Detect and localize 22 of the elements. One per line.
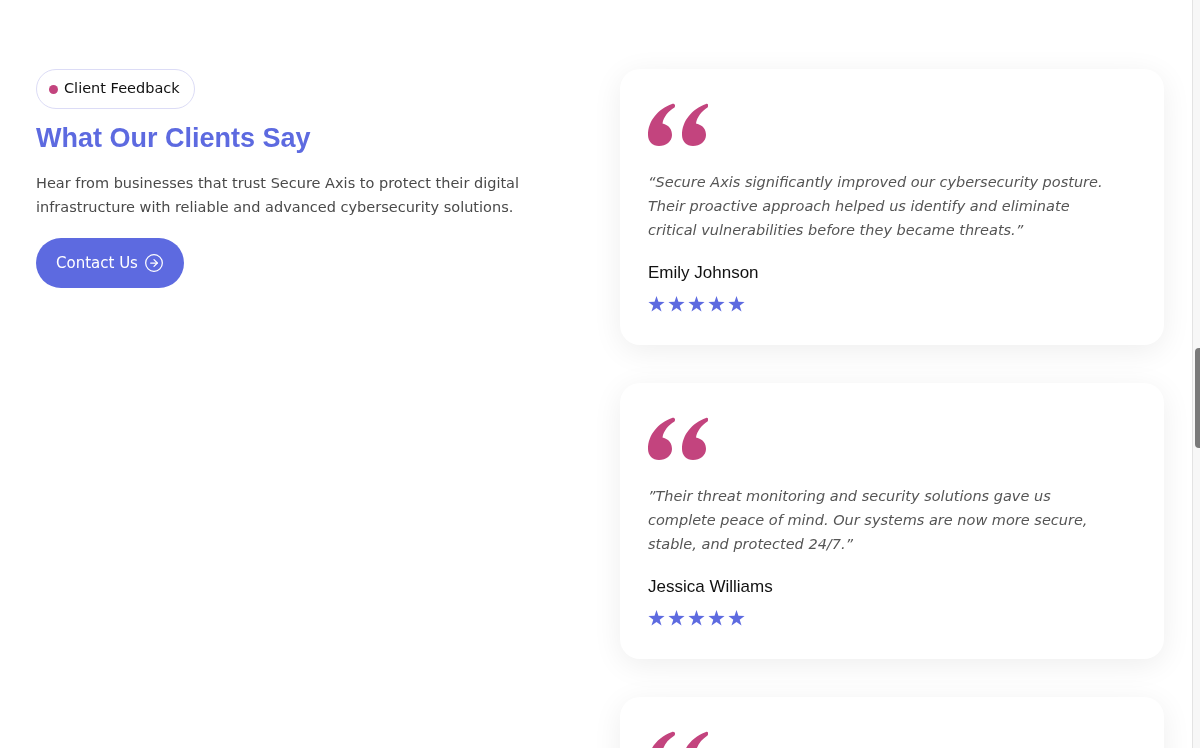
star-icon bbox=[648, 610, 665, 626]
star-icon bbox=[668, 610, 685, 626]
star-icon bbox=[728, 296, 745, 312]
section-heading: What Our Clients Say bbox=[36, 122, 311, 155]
star-icon bbox=[688, 296, 705, 312]
testimonial-quote: “Secure Axis significantly improved our cybersecurity posture. Their proactive approach helped us identify and eliminate critical vulnerabilities before they became threats.” bbox=[648, 173, 1104, 240]
badge-label: Client Feedback bbox=[64, 79, 180, 99]
section-description: Hear from businesses that trust Secure Axis to protect their digital infrastructure with reliable and advanced cybersecurity solutions. bbox=[36, 174, 521, 217]
scrollbar-thumb[interactable] bbox=[1195, 348, 1200, 448]
client-name: Emily Johnson bbox=[648, 262, 760, 284]
quote-mark-icon bbox=[648, 417, 708, 460]
quote-mark-icon bbox=[648, 103, 708, 146]
contact-button[interactable]: Contact Us bbox=[36, 238, 184, 288]
arrow-circle-icon bbox=[143, 253, 164, 273]
star-icon bbox=[708, 296, 725, 312]
star-icon bbox=[728, 610, 745, 626]
star-icon bbox=[668, 296, 685, 312]
client-name: Jessica Williams bbox=[648, 576, 774, 598]
star-icon bbox=[708, 610, 725, 626]
star-icon bbox=[648, 296, 665, 312]
testimonial-quote: ”Their threat monitoring and security solutions gave us complete peace of mind. Our systems are now more secure, stable, and protected 24/7.” bbox=[648, 487, 1089, 554]
star-icon bbox=[688, 610, 705, 626]
